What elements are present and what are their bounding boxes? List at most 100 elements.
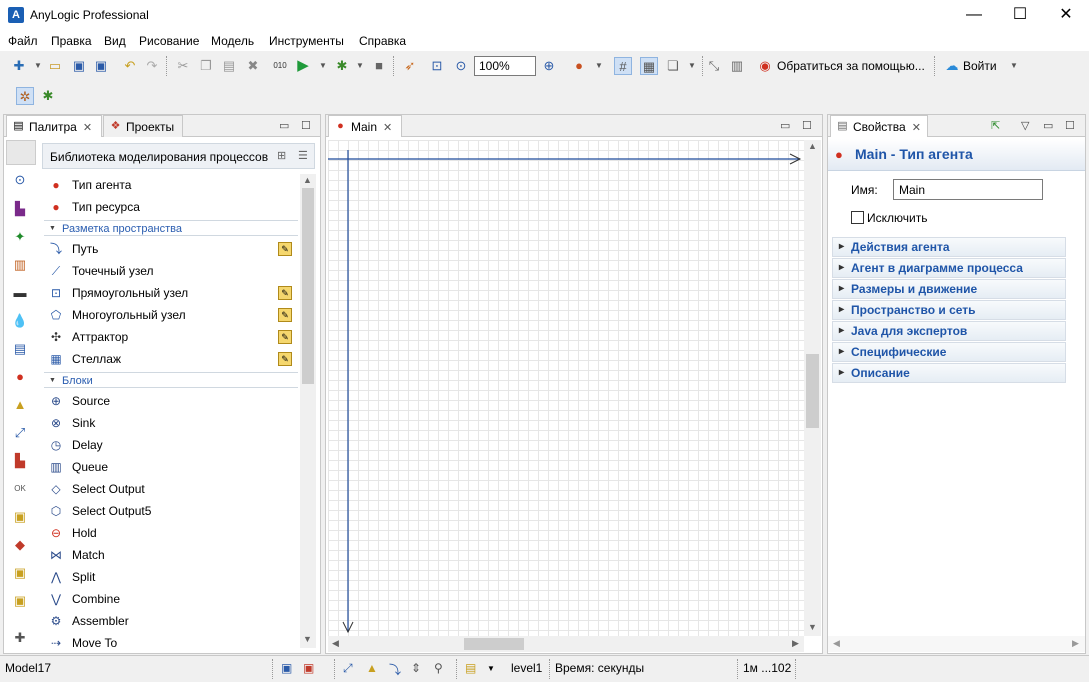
menu-file[interactable]: Файл bbox=[8, 34, 38, 48]
stop-icon[interactable]: ■ bbox=[370, 57, 388, 75]
run-icon[interactable]: ▶ bbox=[294, 57, 312, 75]
run-dropdown-icon[interactable]: ▼ bbox=[314, 57, 332, 75]
analysis-library-icon[interactable]: ▙ bbox=[10, 451, 30, 471]
edit-pencil-icon[interactable]: ✎ bbox=[278, 286, 292, 300]
palette-item-rect-node[interactable]: ⊡ Прямоугольный узел bbox=[48, 282, 188, 304]
palette-scroll-thumb[interactable] bbox=[302, 188, 314, 384]
agent-mode-icon[interactable]: ✲ bbox=[16, 87, 34, 105]
library-selector[interactable] bbox=[6, 140, 36, 165]
minimize-button[interactable]: — bbox=[951, 0, 997, 31]
section-specific[interactable]: Специфические bbox=[832, 342, 1066, 362]
camera-icon[interactable]: ⚲ bbox=[434, 661, 443, 675]
scroll-left-icon[interactable]: ◀ bbox=[332, 638, 339, 649]
cut-icon[interactable]: ✂ bbox=[174, 57, 192, 75]
palette-item-queue[interactable]: ▥ Queue bbox=[48, 456, 108, 478]
palette-item-split[interactable]: ⋀ Split bbox=[48, 566, 95, 588]
minimize-panel-icon[interactable]: ▭ bbox=[279, 119, 289, 132]
close-button[interactable]: ✕ bbox=[1043, 0, 1089, 31]
section-java-experts[interactable]: Java для экспертов bbox=[832, 321, 1066, 341]
palette-item-agent-type[interactable]: ● Тип агента bbox=[48, 174, 131, 196]
section-description[interactable]: Описание bbox=[832, 363, 1066, 383]
list-view-icon[interactable]: ☰ bbox=[298, 149, 308, 162]
palette-item-point-node[interactable]: ⟋ Точечный узел bbox=[48, 260, 154, 282]
rocket-icon[interactable]: ➶ bbox=[401, 57, 419, 75]
build-icon[interactable]: 010 bbox=[271, 57, 289, 75]
scroll-up-icon[interactable]: ▲ bbox=[303, 175, 312, 185]
presentation-library-icon[interactable]: ▲ bbox=[10, 395, 30, 415]
palette-item-attractor[interactable]: ✣ Аттрактор bbox=[48, 326, 128, 348]
save-icon[interactable]: ▣ bbox=[70, 57, 88, 75]
section-blocks[interactable]: Блоки bbox=[44, 372, 298, 389]
close-icon[interactable]: ✕ bbox=[912, 122, 921, 134]
scroll-right-icon[interactable]: ▶ bbox=[792, 638, 799, 649]
debug-mode-icon[interactable]: ✱ bbox=[39, 87, 57, 105]
palette-item-rack[interactable]: ▦ Стеллаж bbox=[48, 348, 121, 370]
menu-help[interactable]: Справка bbox=[359, 34, 406, 48]
road-library-icon[interactable]: ▬ bbox=[10, 283, 30, 303]
pictures-library-icon[interactable]: ◆ bbox=[10, 535, 30, 555]
menu-model[interactable]: Модель bbox=[211, 34, 254, 48]
properties-horizontal-scrollbar[interactable]: ◀ ▶ bbox=[828, 636, 1085, 652]
edit-pencil-icon[interactable]: ✎ bbox=[278, 352, 292, 366]
maximize-panel-icon[interactable]: ☐ bbox=[301, 119, 311, 132]
zoom-field[interactable]: 100% bbox=[474, 56, 536, 76]
fluid-library-icon[interactable]: 💧 bbox=[10, 311, 30, 331]
undo-icon[interactable]: ↶ bbox=[121, 57, 139, 75]
editor-vertical-scrollbar[interactable]: ▲ ▼ bbox=[804, 140, 821, 636]
palette-item-hold[interactable]: ⊖ Hold bbox=[48, 522, 97, 544]
layers-dropdown-icon[interactable]: ▼ bbox=[683, 57, 701, 75]
login-dropdown-icon[interactable]: ▼ bbox=[1005, 57, 1023, 75]
palette-item-combine[interactable]: ⋁ Combine bbox=[48, 588, 120, 610]
login-button[interactable]: Войти bbox=[963, 59, 997, 73]
maximize-button[interactable]: ☐ bbox=[997, 0, 1043, 31]
palette-item-assembler[interactable]: ⚙ Assembler bbox=[48, 610, 129, 632]
palette-item-select-output5[interactable]: ⬡ Select Output5 bbox=[48, 500, 152, 522]
edit-pencil-icon[interactable]: ✎ bbox=[278, 242, 292, 256]
minimize-panel-icon[interactable]: ▭ bbox=[780, 119, 790, 132]
section-space-markup[interactable]: Разметка пространства bbox=[44, 220, 298, 237]
palette-item-polygon-node[interactable]: ⬠ Многоугольный узел bbox=[48, 304, 186, 326]
custom-library-icon[interactable]: ▣ bbox=[10, 591, 30, 611]
scroll-right-icon[interactable]: ▶ bbox=[1072, 638, 1079, 649]
minimize-panel-icon[interactable]: ▭ bbox=[1043, 119, 1053, 132]
agent-library-icon[interactable]: ● bbox=[10, 367, 30, 387]
connectivity-library-icon[interactable]: ▣ bbox=[10, 507, 30, 527]
section-dimensions-movement[interactable]: Размеры и движение bbox=[832, 279, 1066, 299]
pedestrian-library-icon[interactable]: ✦ bbox=[10, 227, 30, 247]
palette-item-move-to[interactable]: ⇢ Move To bbox=[48, 632, 117, 650]
delete-icon[interactable]: ✖ bbox=[244, 57, 262, 75]
maximize-panel-icon[interactable]: ☐ bbox=[1065, 119, 1075, 132]
palette-item-select-output[interactable]: ◇ Select Output bbox=[48, 478, 144, 500]
palette-item-path[interactable]: ⤵ Путь bbox=[48, 238, 98, 260]
grid-view-icon[interactable]: ⊞ bbox=[277, 149, 286, 162]
cloud-icon[interactable]: ☁ bbox=[943, 57, 961, 75]
rail-library-icon[interactable]: ▥ bbox=[10, 255, 30, 275]
new-icon[interactable]: ✚ bbox=[10, 57, 28, 75]
lifebuoy-icon[interactable]: ◉ bbox=[756, 57, 774, 75]
experiment-icon[interactable]: ● bbox=[570, 57, 588, 75]
save-all-icon[interactable]: ▣ bbox=[92, 57, 110, 75]
tab-properties[interactable]: ▤ Свойства ✕ bbox=[830, 115, 928, 137]
editor-vscroll-thumb[interactable] bbox=[806, 354, 819, 428]
grid-icon[interactable]: # bbox=[614, 57, 632, 75]
level-icon[interactable]: ▤ bbox=[465, 661, 476, 675]
close-icon[interactable]: ✕ bbox=[83, 122, 92, 134]
pin-icon[interactable]: ⇱ bbox=[991, 119, 1000, 132]
problems-icon[interactable]: ▣ bbox=[303, 661, 314, 675]
menu-view[interactable]: Вид bbox=[104, 34, 126, 48]
console-icon[interactable]: ▣ bbox=[281, 661, 292, 675]
tab-main[interactable]: ● Main ✕ bbox=[328, 115, 402, 137]
palette-item-sink[interactable]: ⊗ Sink bbox=[48, 412, 95, 434]
tab-palette[interactable]: ▤ Палитра ✕ bbox=[6, 115, 102, 137]
redo-icon[interactable]: ↷ bbox=[143, 57, 161, 75]
snap-icon[interactable]: ▦ bbox=[640, 57, 658, 75]
help-request-button[interactable]: Обратиться за помощью... bbox=[777, 59, 925, 73]
experiment-dropdown-icon[interactable]: ▼ bbox=[590, 57, 608, 75]
edit-pencil-icon[interactable]: ✎ bbox=[278, 308, 292, 322]
view-menu-icon[interactable]: ▽ bbox=[1021, 119, 1029, 132]
section-space-network[interactable]: Пространство и сеть bbox=[832, 300, 1066, 320]
connector-icon[interactable]: ⤡ bbox=[705, 57, 723, 75]
space-markup-icon[interactable]: ⤢ bbox=[343, 661, 353, 676]
controls-library-icon[interactable]: OK bbox=[10, 479, 30, 499]
edit-pencil-icon[interactable]: ✎ bbox=[278, 330, 292, 344]
